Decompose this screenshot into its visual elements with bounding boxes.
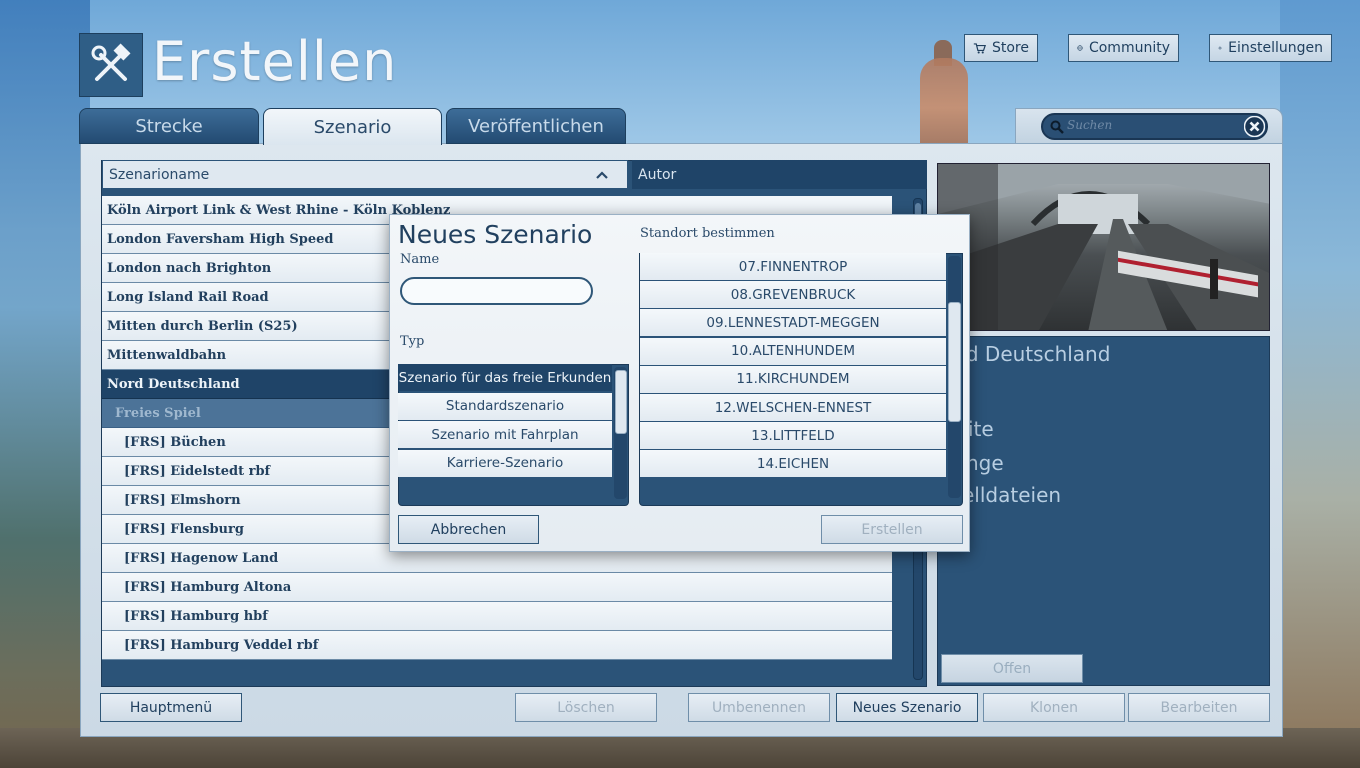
station-preview-graphic [938, 164, 1269, 330]
store-button[interactable]: Store [964, 34, 1038, 62]
location-label: Standort bestimmen [640, 226, 775, 241]
tab-strecke[interactable]: Strecke [79, 108, 259, 144]
type-list-scrollbar-thumb[interactable] [615, 370, 627, 434]
scenario-name-input[interactable] [400, 277, 593, 305]
search-placeholder: Suchen [1067, 118, 1113, 132]
tab-szenario[interactable]: Szenario [263, 108, 442, 145]
type-option[interactable]: Szenario mit Fahrplan [398, 421, 612, 448]
search-input[interactable]: Suchen [1041, 113, 1268, 140]
name-label: Name [400, 252, 440, 267]
rename-button[interactable]: Umbenennen [688, 693, 830, 722]
open-button[interactable]: Offen [941, 654, 1083, 683]
new-scenario-button[interactable]: Neues Szenario [836, 693, 978, 722]
location-option[interactable]: 13.LITTFELD [640, 422, 946, 450]
page-title: Erstellen [152, 30, 398, 93]
main-menu-button[interactable]: Hauptmenü [100, 693, 242, 722]
route-info-panel [937, 336, 1270, 686]
route-info-line: nge [966, 451, 1004, 475]
settings-label: Einstellungen [1228, 40, 1323, 56]
close-icon[interactable] [1244, 116, 1265, 137]
route-info-title: rd Deutschland [958, 342, 1111, 366]
clone-button[interactable]: Klonen [983, 693, 1125, 722]
dialog-title: Neues Szenario [398, 220, 593, 249]
store-label: Store [991, 40, 1029, 56]
globe-icon [1077, 45, 1083, 51]
community-button[interactable]: Community [1068, 34, 1179, 62]
location-option[interactable]: 09.LENNESTADT-MEGGEN [640, 309, 946, 337]
route-info-line: ite [968, 417, 994, 441]
background-left [0, 0, 90, 768]
column-header-author[interactable]: Autor [632, 160, 927, 189]
tab-veroeffentlichen[interactable]: Veröffentlichen [446, 108, 626, 144]
location-option[interactable]: 07.FINNENTROP [640, 253, 946, 280]
location-list-scrollbar-thumb[interactable] [948, 302, 961, 422]
location-option[interactable]: 08.GREVENBRUCK [640, 281, 946, 309]
background-right [1280, 0, 1360, 768]
location-option[interactable]: 10.ALTENHUNDEM [640, 337, 946, 365]
type-option[interactable]: Standardszenario [398, 392, 612, 420]
search-icon [1050, 120, 1064, 134]
cart-icon [973, 43, 986, 54]
create-button[interactable]: Erstellen [821, 515, 963, 544]
location-option[interactable]: 12.WELSCHEN-ENNEST [640, 394, 946, 421]
editor-logo [79, 33, 143, 97]
chevron-up-icon [596, 171, 608, 179]
route-preview-image [937, 163, 1270, 331]
type-list-scrollbar[interactable] [614, 367, 627, 499]
settings-button[interactable]: Einstellungen [1209, 34, 1332, 62]
column-header-name-label: Szenarioname [109, 166, 210, 183]
list-item[interactable]: [FRS] Hamburg Altona [102, 573, 892, 602]
type-option[interactable]: Szenario für das freie Erkunden [398, 364, 612, 391]
community-label: Community [1088, 40, 1170, 56]
type-option[interactable]: Karriere-Szenario [398, 449, 612, 477]
type-label: Typ [400, 334, 425, 349]
delete-button[interactable]: Löschen [515, 693, 657, 722]
column-header-name[interactable]: Szenarioname [102, 160, 628, 189]
route-info-line: elldateien [962, 483, 1062, 507]
location-list-scrollbar[interactable] [948, 256, 961, 498]
list-item[interactable]: [FRS] Hamburg hbf [102, 602, 892, 631]
gear-icon [1218, 46, 1222, 50]
location-option[interactable]: 11.KIRCHUNDEM [640, 365, 946, 393]
cancel-button[interactable]: Abbrechen [398, 515, 539, 544]
location-option[interactable]: 14.EICHEN [640, 450, 946, 478]
list-item[interactable]: [FRS] Hamburg Veddel rbf [102, 631, 892, 660]
hammer-wrench-icon [91, 43, 131, 81]
edit-button[interactable]: Bearbeiten [1128, 693, 1270, 722]
